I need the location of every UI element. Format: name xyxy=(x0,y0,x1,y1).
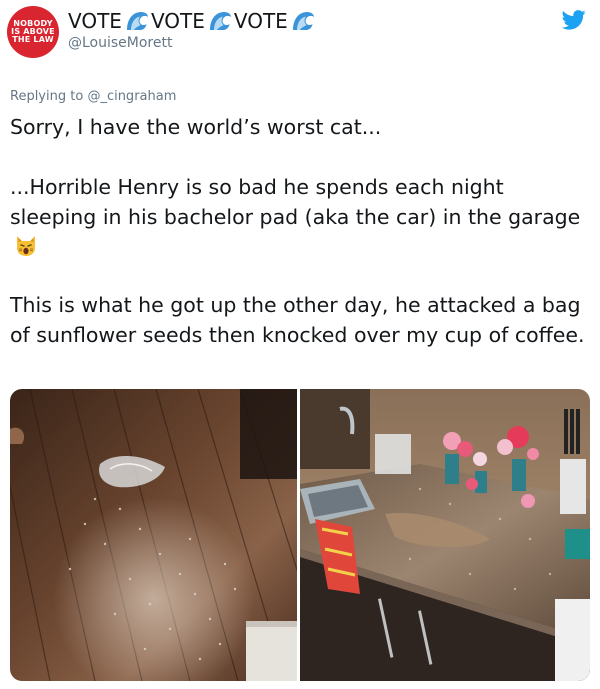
tweet-paragraph-3: This is what he got up the other day, he… xyxy=(10,293,585,347)
water-wave-icon xyxy=(209,12,231,30)
avatar-line-3: THE LAW xyxy=(12,35,54,44)
replying-to-mention[interactable]: @_cingraham xyxy=(87,89,176,104)
tweet-card: NOBODY IS ABOVE THE LAW VOTE VOTE VOTE @… xyxy=(0,0,600,689)
counter-photo-image xyxy=(300,389,590,681)
display-name-part-1: VOTE xyxy=(68,9,122,33)
tweet-paragraph-2-text: ...Horrible Henry is so bad he spends ea… xyxy=(10,175,581,229)
twitter-bird-icon[interactable] xyxy=(562,10,586,30)
display-name[interactable]: VOTE VOTE VOTE xyxy=(68,8,317,34)
weary-cat-face-icon xyxy=(17,236,35,256)
water-wave-icon xyxy=(292,12,314,30)
display-name-part-3: VOTE xyxy=(233,9,288,33)
replying-to-prefix: Replying to xyxy=(10,89,84,104)
floor-photo-image xyxy=(10,389,297,681)
tweet-photo-floor[interactable] xyxy=(10,389,297,681)
tweet-paragraph-2: ...Horrible Henry is so bad he spends ea… xyxy=(10,172,595,262)
avatar[interactable]: NOBODY IS ABOVE THE LAW xyxy=(7,6,59,58)
replying-to-line: Replying to @_cingraham xyxy=(10,89,176,104)
user-handle[interactable]: @LouiseMorett xyxy=(68,35,172,51)
tweet-paragraph-1: Sorry, I have the world’s worst cat... xyxy=(10,115,382,139)
display-name-part-2: VOTE xyxy=(150,9,205,33)
water-wave-icon xyxy=(126,12,148,30)
tweet-photo-counter[interactable] xyxy=(300,389,590,681)
